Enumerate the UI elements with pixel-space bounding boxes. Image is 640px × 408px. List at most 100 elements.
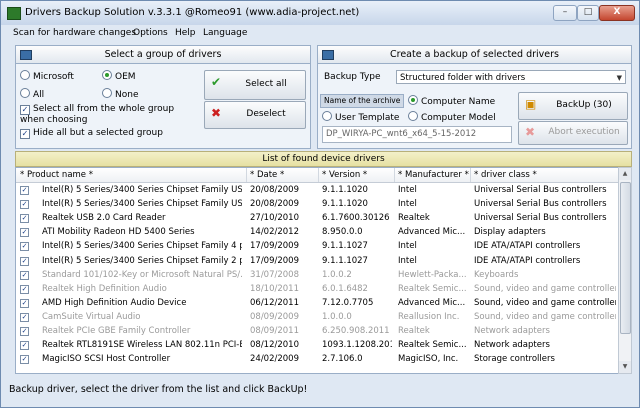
cell-cls: Sound, video and game controllers bbox=[474, 311, 616, 322]
menu-help[interactable]: Help bbox=[175, 28, 196, 38]
row-checkbox[interactable]: ✓ bbox=[20, 341, 29, 351]
checkbox-hide-all[interactable]: ✓ Hide all but a selected group bbox=[20, 128, 163, 139]
cell-version: 8.950.0.0 bbox=[322, 227, 363, 238]
table-row[interactable]: ✓ AMD High Definition Audio Device 06/12/2… bbox=[16, 296, 618, 310]
cell-cls: IDE ATA/ATAPI controllers bbox=[474, 255, 581, 266]
cell-mfr: Intel bbox=[398, 199, 417, 210]
column-product-name[interactable]: * Product name * bbox=[20, 170, 93, 180]
deselect-button[interactable]: ✖ Deselect bbox=[204, 101, 306, 129]
checkbox-checked-icon: ✓ bbox=[20, 105, 30, 115]
radio-computer-name-label: Computer Name bbox=[421, 97, 496, 107]
scroll-thumb[interactable] bbox=[620, 182, 631, 334]
table-row[interactable]: ✓ ATI Mobility Radeon HD 5400 Series 14/02… bbox=[16, 225, 618, 239]
row-checkbox[interactable]: ✓ bbox=[20, 298, 29, 308]
table-row[interactable]: ✓ Standard 101/102-Key or Microsoft Natur… bbox=[16, 268, 618, 282]
column-manufacturer[interactable]: * Manufacturer * bbox=[398, 170, 469, 180]
radio-oem-label: OEM bbox=[115, 72, 136, 82]
row-checkbox[interactable]: ✓ bbox=[20, 312, 29, 322]
row-checkbox[interactable]: ✓ bbox=[20, 214, 29, 224]
backup-type-select[interactable]: Structured folder with drivers ▼ bbox=[396, 70, 626, 84]
table-row[interactable]: ✓ Intel(R) 5 Series/3400 Series Chipset F… bbox=[16, 239, 618, 253]
table-row[interactable]: ✓ Intel(R) 5 Series/3400 Series Chipset F… bbox=[16, 183, 618, 197]
scroll-down-icon[interactable]: ▼ bbox=[619, 361, 631, 373]
abort-execution-button[interactable]: ✖ Abort execution bbox=[518, 121, 628, 145]
checkbox-select-all-group[interactable]: ✓ Select all from the whole group when ch… bbox=[20, 104, 200, 125]
vertical-scrollbar[interactable]: ▲ ▼ bbox=[618, 167, 632, 374]
title-bar: Drivers Backup Solution v.3.3.1 @Romeo91… bbox=[1, 1, 639, 25]
maximize-button[interactable]: □ bbox=[577, 5, 599, 21]
checkmark-icon: ✔ bbox=[211, 75, 222, 89]
list-header: * Product name * * Date * * Version * * … bbox=[16, 168, 618, 183]
table-row[interactable]: ✓ Realtek USB 2.0 Card Reader 27/10/2010 6.… bbox=[16, 211, 618, 225]
table-row[interactable]: ✓ Intel(R) 5 Series/3400 Series Chipset F… bbox=[16, 197, 618, 211]
row-checkbox[interactable]: ✓ bbox=[20, 327, 29, 336]
status-bar: Backup driver, select the driver from th… bbox=[5, 379, 639, 401]
row-checkbox[interactable]: ✓ bbox=[20, 200, 29, 210]
menu-options[interactable]: Options bbox=[133, 28, 168, 38]
column-version[interactable]: * Version * bbox=[322, 170, 367, 180]
radio-computer-model[interactable]: Computer Model bbox=[408, 111, 496, 123]
menu-language[interactable]: Language bbox=[203, 28, 247, 38]
radio-icon bbox=[102, 88, 112, 98]
row-checkbox[interactable]: ✓ bbox=[20, 355, 29, 365]
backup-panel: Create a backup of selected drivers Back… bbox=[317, 45, 632, 149]
cell-version: 9.1.1.1027 bbox=[322, 241, 368, 252]
table-row[interactable]: ✓ Realtek High Definition Audio 18/10/2011… bbox=[16, 282, 618, 296]
radio-icon bbox=[20, 70, 30, 80]
cell-date: 08/12/2010 bbox=[250, 340, 299, 351]
cell-name: Intel(R) 5 Series/3400 Series Chipset Fa… bbox=[42, 199, 242, 210]
radio-all[interactable]: All bbox=[20, 88, 44, 100]
cell-date: 20/08/2009 bbox=[250, 199, 299, 210]
cell-date: 08/09/2011 bbox=[250, 326, 299, 336]
cell-version: 1.0.0.0 bbox=[322, 311, 352, 322]
radio-computer-name[interactable]: Computer Name bbox=[408, 95, 495, 107]
backup-panel-title-text: Create a backup of selected drivers bbox=[390, 49, 559, 60]
cell-mfr: MagicISO, Inc. bbox=[398, 354, 459, 365]
cell-date: 27/10/2010 bbox=[250, 213, 299, 224]
radio-oem[interactable]: OEM bbox=[102, 70, 136, 82]
radio-user-template-label: User Template bbox=[335, 113, 400, 123]
cell-name: ATI Mobility Radeon HD 5400 Series bbox=[42, 227, 195, 238]
radio-icon bbox=[322, 111, 332, 121]
cell-name: AMD High Definition Audio Device bbox=[42, 297, 187, 308]
table-row[interactable]: ✓ CamSuite Virtual Audio 08/09/2009 1.0.0.0… bbox=[16, 310, 618, 324]
group-panel-title-text: Select a group of drivers bbox=[104, 49, 222, 60]
backup-type-label: Backup Type bbox=[324, 72, 381, 82]
table-row[interactable]: ✓ Realtek RTL8191SE Wireless LAN 802.11n … bbox=[16, 338, 618, 352]
chevron-down-icon: ▼ bbox=[616, 74, 622, 82]
row-checkbox[interactable]: ✓ bbox=[20, 242, 29, 252]
radio-none-label: None bbox=[115, 90, 139, 100]
row-checkbox[interactable]: ✓ bbox=[20, 228, 29, 238]
cell-name: Intel(R) 5 Series/3400 Series Chipset Fa… bbox=[42, 255, 242, 266]
minimize-button[interactable]: – bbox=[553, 5, 577, 21]
row-checkbox[interactable]: ✓ bbox=[20, 186, 29, 195]
archive-name-field[interactable]: DP_WIRYA-PC_wnt6_x64_5-15-2012 bbox=[322, 126, 512, 143]
cell-version: 1093.1.1208.2010 bbox=[322, 340, 392, 351]
cell-date: 17/09/2009 bbox=[250, 255, 299, 266]
close-button[interactable]: X bbox=[599, 5, 635, 21]
cell-version: 9.1.1.1020 bbox=[322, 185, 368, 195]
group-panel-title: Select a group of drivers bbox=[16, 46, 310, 64]
main-window: Drivers Backup Solution v.3.3.1 @Romeo91… bbox=[0, 0, 640, 408]
radio-icon bbox=[408, 111, 418, 121]
row-checkbox[interactable]: ✓ bbox=[20, 270, 29, 280]
cell-mfr: Intel bbox=[398, 241, 417, 252]
backup-button[interactable]: ▣ BackUp (30) bbox=[518, 92, 628, 120]
table-row[interactable]: ✓ Realtek PCIe GBE Family Controller 08/09… bbox=[16, 324, 618, 338]
column-date[interactable]: * Date * bbox=[250, 170, 284, 180]
table-row[interactable]: ✓ Intel(R) 5 Series/3400 Series Chipset F… bbox=[16, 254, 618, 268]
table-row[interactable]: ✓ MagicISO SCSI Host Controller 24/02/2009… bbox=[16, 352, 618, 366]
select-all-button[interactable]: ✔ Select all bbox=[204, 70, 306, 100]
cell-date: 17/09/2009 bbox=[250, 241, 299, 252]
menu-scan[interactable]: Scan for hardware changes bbox=[13, 28, 136, 38]
column-driver-class[interactable]: * driver class * bbox=[474, 170, 537, 180]
row-checkbox[interactable]: ✓ bbox=[20, 284, 29, 294]
radio-user-template[interactable]: User Template bbox=[322, 111, 399, 123]
radio-none[interactable]: None bbox=[102, 88, 138, 100]
radio-microsoft[interactable]: Microsoft bbox=[20, 70, 74, 82]
row-checkbox[interactable]: ✓ bbox=[20, 256, 29, 266]
cell-date: 20/08/2009 bbox=[250, 185, 299, 195]
cell-name: Realtek USB 2.0 Card Reader bbox=[42, 213, 166, 224]
scroll-up-icon[interactable]: ▲ bbox=[619, 168, 631, 180]
cell-name: Intel(R) 5 Series/3400 Series Chipset Fa… bbox=[42, 185, 242, 195]
